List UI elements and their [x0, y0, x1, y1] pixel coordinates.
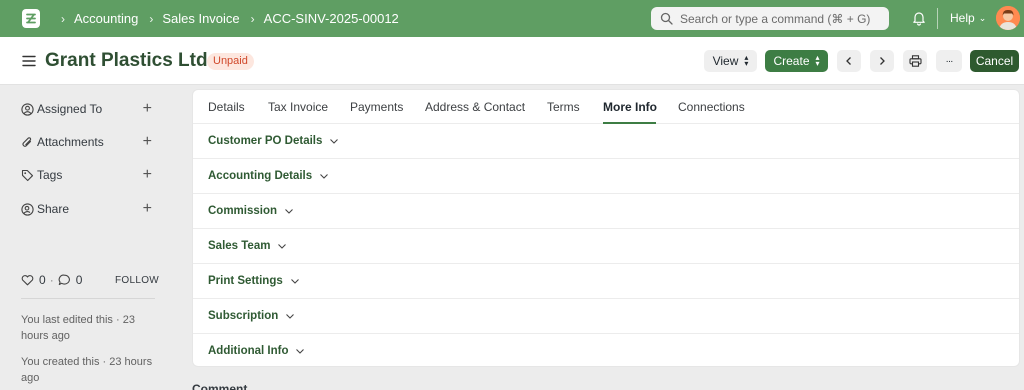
- share-user-icon: [21, 202, 34, 216]
- breadcrumb-document-id[interactable]: ACC-SINV-2025-00012: [264, 11, 399, 26]
- chevron-down-icon: [290, 279, 299, 284]
- printer-icon: [908, 55, 922, 67]
- breadcrumb-sales-invoice[interactable]: Sales Invoice: [162, 11, 239, 26]
- tab-payments[interactable]: Payments: [350, 100, 403, 114]
- comment-heading: Comment: [192, 382, 248, 390]
- section-commission[interactable]: Commission: [193, 194, 1019, 229]
- status-badge: Unpaid: [207, 53, 254, 70]
- tab-bar: Details Tax Invoice Payments Address & C…: [193, 90, 1019, 124]
- plus-icon[interactable]: +: [143, 200, 152, 218]
- hamburger-menu-icon[interactable]: [22, 55, 36, 67]
- create-button-label: Create: [773, 54, 810, 68]
- help-label: Help: [950, 11, 975, 25]
- section-title: Commission: [208, 205, 278, 217]
- chevron-down-icon: ⌄: [978, 12, 987, 23]
- section-title: Customer PO Details: [208, 135, 323, 147]
- chevron-right-icon: ›: [61, 11, 65, 26]
- search-input[interactable]: [680, 11, 880, 26]
- section-accounting-details[interactable]: Accounting Details: [193, 159, 1019, 194]
- chevron-right-icon: ›: [250, 11, 255, 26]
- sidebar-item-label: Assigned To: [37, 102, 103, 116]
- comment-icon[interactable]: [58, 274, 71, 286]
- user-avatar-icon: [996, 6, 1020, 30]
- plus-icon[interactable]: +: [143, 100, 152, 118]
- chevron-down-icon: [296, 349, 305, 354]
- chevron-down-icon: [330, 139, 339, 144]
- likes-count: 0: [39, 273, 46, 287]
- sidebar-divider: [21, 298, 155, 299]
- breadcrumb-accounting[interactable]: Accounting: [74, 11, 138, 26]
- heart-icon[interactable]: [21, 274, 34, 286]
- view-button[interactable]: View ▴ ▾: [704, 50, 757, 72]
- cancel-button-label: Cancel: [975, 54, 1014, 68]
- section-title: Subscription: [208, 310, 279, 322]
- comments-count: 0: [75, 273, 83, 287]
- sidebar-item-label: Attachments: [37, 135, 104, 149]
- print-button[interactable]: [903, 50, 927, 72]
- section-additional-info[interactable]: Additional Info: [193, 334, 1019, 369]
- tab-connections[interactable]: Connections: [678, 100, 745, 114]
- chevron-right-icon: ›: [149, 11, 154, 26]
- tab-details[interactable]: Details: [208, 100, 245, 114]
- more-dots-icon: ···: [945, 55, 954, 67]
- sidebar-item-tags[interactable]: Tags +: [21, 165, 156, 185]
- chevron-down-icon: [278, 244, 287, 249]
- app-logo-icon[interactable]: [22, 9, 40, 28]
- follow-button[interactable]: FOLLOW: [115, 275, 159, 286]
- avatar[interactable]: [996, 6, 1020, 30]
- user-circle-icon: [21, 102, 34, 116]
- separator-dot: ·: [49, 273, 54, 287]
- cancel-button[interactable]: Cancel: [970, 50, 1019, 72]
- section-title: Sales Team: [208, 240, 271, 252]
- navbar-divider: [937, 8, 938, 29]
- form-card: Details Tax Invoice Payments Address & C…: [192, 89, 1020, 367]
- tab-more-info[interactable]: More Info: [603, 100, 657, 114]
- notification-bell-icon[interactable]: [911, 10, 927, 26]
- page-title: Grant Plastics Ltd.: [45, 50, 213, 71]
- sidebar-item-label: Tags: [37, 168, 63, 182]
- last-edited-note: You last edited this · 23 hours ago: [21, 314, 135, 342]
- breadcrumb: › Accounting › Sales Invoice › ACC-SINV-…: [54, 0, 399, 37]
- previous-record-button[interactable]: [837, 50, 861, 72]
- plus-icon[interactable]: +: [143, 166, 152, 184]
- search-bar[interactable]: [651, 7, 889, 30]
- created-note: You created this · 23 hours ago: [21, 356, 153, 384]
- view-button-label: View: [712, 54, 739, 68]
- section-sales-team[interactable]: Sales Team: [193, 229, 1019, 264]
- help-menu[interactable]: Help ⌄: [950, 11, 986, 25]
- section-customer-po-details[interactable]: Customer PO Details: [193, 124, 1019, 159]
- top-navbar: › Accounting › Sales Invoice › ACC-SINV-…: [0, 0, 1024, 37]
- paperclip-icon: [22, 136, 32, 147]
- up-down-icon: ▴ ▾: [815, 53, 820, 68]
- chevron-down-icon: [286, 314, 295, 319]
- create-button[interactable]: Create ▴ ▾: [765, 50, 828, 72]
- chevron-down-icon: [285, 209, 293, 214]
- chevron-down-icon: [320, 174, 329, 179]
- social-stats: 0 · 0 FOLLOW: [21, 273, 159, 287]
- section-title: Print Settings: [208, 275, 283, 287]
- sidebar-item-assigned-to[interactable]: Assigned To +: [21, 99, 156, 119]
- tab-terms[interactable]: Terms: [547, 100, 580, 114]
- tab-tax-invoice[interactable]: Tax Invoice: [268, 100, 328, 114]
- sidebar-item-label: Share: [37, 202, 70, 216]
- section-title: Additional Info: [208, 345, 289, 357]
- more-actions-button[interactable]: ···: [936, 50, 962, 72]
- up-down-icon: ▴ ▾: [744, 53, 749, 68]
- search-icon: [660, 12, 673, 25]
- section-title: Accounting Details: [208, 170, 313, 182]
- next-record-button[interactable]: [870, 50, 894, 72]
- sidebar: Assigned To + Attachments + Tags + Share…: [0, 85, 175, 390]
- sidebar-item-share[interactable]: Share +: [21, 199, 156, 219]
- page-header: Grant Plastics Ltd. Unpaid View ▴ ▾ Creat…: [0, 37, 1024, 85]
- chevron-left-icon: [846, 57, 851, 65]
- tag-icon: [21, 169, 34, 181]
- section-subscription[interactable]: Subscription: [193, 299, 1019, 334]
- section-print-settings[interactable]: Print Settings: [193, 264, 1019, 299]
- sidebar-item-attachments[interactable]: Attachments +: [21, 132, 156, 152]
- chevron-right-icon: [880, 57, 885, 65]
- tab-address-contact[interactable]: Address & Contact: [425, 100, 525, 114]
- plus-icon[interactable]: +: [143, 133, 152, 151]
